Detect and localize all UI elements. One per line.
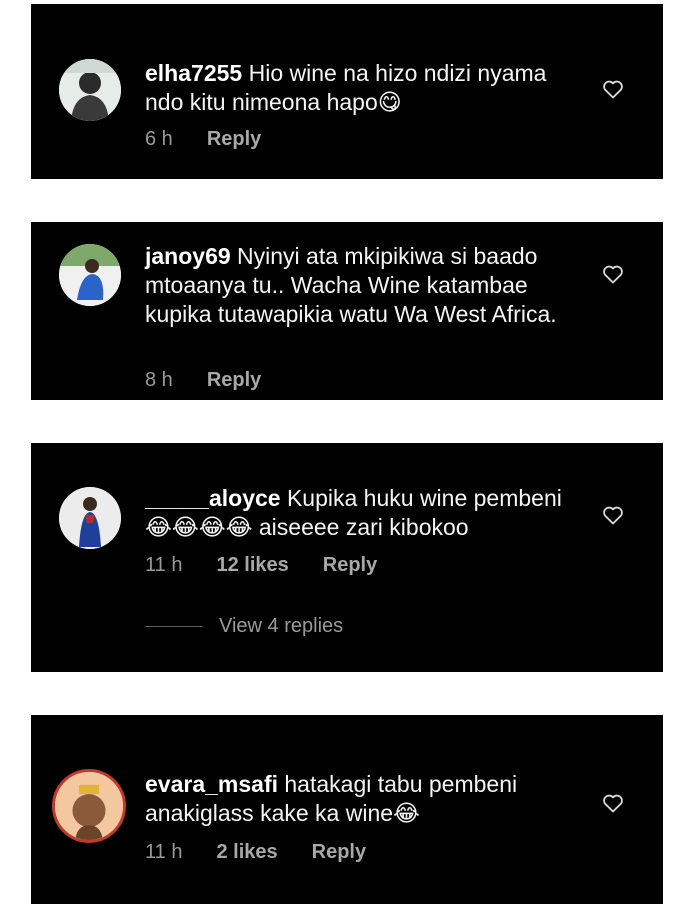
emoji: 😋	[377, 90, 402, 116]
comment-card: janoy69 Nyinyi ata mkipikiwa si baado mt…	[31, 222, 663, 400]
avatar[interactable]	[59, 487, 121, 549]
comment-time: 11 h	[145, 841, 183, 863]
comment-time: 11 h	[145, 554, 183, 576]
likes-count[interactable]: 2 likes	[216, 841, 277, 864]
avatar[interactable]	[59, 244, 121, 306]
comment-card: elha7255 Hio wine na hizo ndizi nyama nd…	[31, 4, 663, 179]
reply-button[interactable]: Reply	[207, 369, 261, 392]
comment-meta: 8 h Reply	[145, 369, 295, 392]
comment-text: elha7255 Hio wine na hizo ndizi nyama nd…	[145, 59, 575, 118]
comment-meta: 11 h 2 likes Reply	[145, 841, 400, 864]
comment-time: 6 h	[145, 128, 173, 150]
comment-text: evara_msafi hatakagi tabu pembeni anakig…	[145, 770, 575, 829]
emoji: 😂😂😂😂	[145, 515, 253, 541]
comment-username[interactable]: evara_msafi	[145, 771, 278, 797]
emoji: 😂	[393, 801, 420, 827]
avatar[interactable]	[52, 769, 126, 843]
comment-card: _____aloyce Kupika huku wine pembeni 😂😂😂…	[31, 443, 663, 672]
heart-icon[interactable]	[601, 503, 625, 527]
comment-time: 8 h	[145, 369, 173, 391]
comment-body-continued: aiseeee zari kibokoo	[258, 514, 469, 540]
comment-card: evara_msafi hatakagi tabu pembeni anakig…	[31, 715, 663, 904]
comment-body: Kupika huku wine pembeni	[286, 485, 562, 511]
reply-button[interactable]: Reply	[312, 841, 366, 864]
reply-button[interactable]: Reply	[207, 128, 261, 151]
comment-text: janoy69 Nyinyi ata mkipikiwa si baado mt…	[145, 242, 575, 329]
comment-meta: 11 h 12 likes Reply	[145, 554, 411, 577]
comment-username[interactable]: janoy69	[145, 243, 231, 269]
view-replies-button[interactable]: View 4 replies	[145, 615, 343, 638]
likes-count[interactable]: 12 likes	[216, 554, 288, 577]
divider-line	[145, 626, 203, 627]
avatar[interactable]	[59, 59, 121, 121]
comment-text: _____aloyce Kupika huku wine pembeni 😂😂😂…	[145, 484, 575, 543]
comment-username[interactable]: _____aloyce	[145, 485, 281, 511]
comment-meta: 6 h Reply	[145, 128, 295, 151]
reply-button[interactable]: Reply	[323, 554, 377, 577]
heart-icon[interactable]	[601, 262, 625, 286]
comment-username[interactable]: elha7255	[145, 60, 242, 86]
heart-icon[interactable]	[601, 791, 625, 815]
heart-icon[interactable]	[601, 77, 625, 101]
view-replies-label: View 4 replies	[219, 615, 344, 637]
